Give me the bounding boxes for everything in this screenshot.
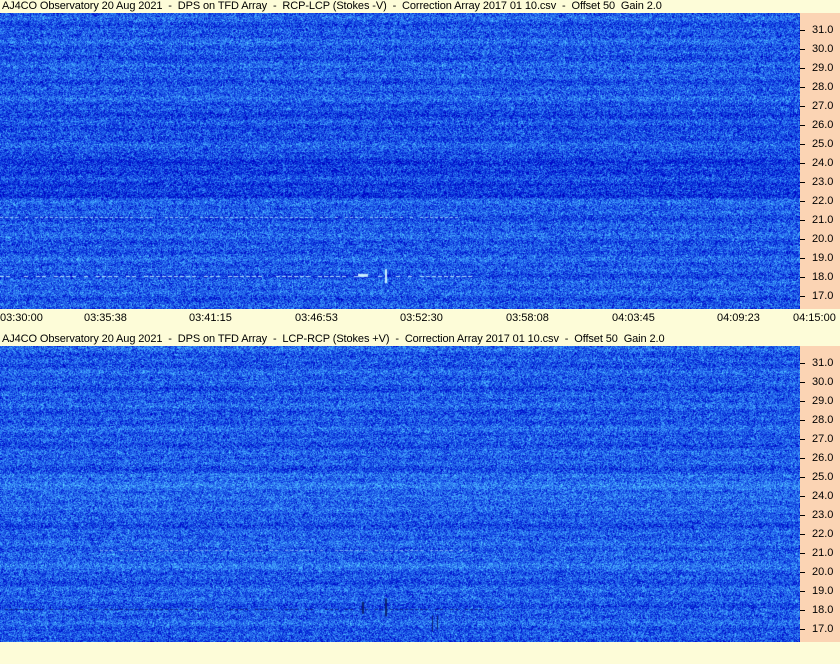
panel-2-title: AJ4CO Observatory 20 Aug 2021 - DPS on T… xyxy=(2,333,665,345)
panel-1-title: AJ4CO Observatory 20 Aug 2021 - DPS on T… xyxy=(2,0,662,12)
y-tick-label-0-1: 30.0 xyxy=(812,43,834,55)
spectrogram-1-canvas xyxy=(0,13,800,309)
y-tick-1-0 xyxy=(800,363,805,364)
y-tick-label-1-4: 27.0 xyxy=(812,433,834,445)
y-tick-1-2 xyxy=(800,401,805,402)
y-tick-0-13 xyxy=(800,277,805,278)
y-tick-1-12 xyxy=(800,591,805,592)
x-tick-label-0-7: 04:09:23 xyxy=(717,312,760,324)
x-axis-1: 03:30:00 03:35:38 03:41:15 03:46:53 03:52:30… xyxy=(0,309,840,331)
y-tick-0-10 xyxy=(800,220,805,221)
y-tick-label-1-6: 25.0 xyxy=(812,471,834,483)
y-tick-1-5 xyxy=(800,458,805,459)
y-tick-0-14 xyxy=(800,296,805,297)
y-tick-0-6 xyxy=(800,144,805,145)
y-tick-label-1-2: 29.0 xyxy=(812,395,834,407)
x-tick-label-0-0: 03:30:00 xyxy=(0,312,43,324)
y-tick-label-0-12: 19.0 xyxy=(812,252,834,264)
y-tick-label-0-7: 24.0 xyxy=(812,157,834,169)
y-tick-label-0-9: 22.0 xyxy=(812,195,834,207)
y-tick-0-0 xyxy=(800,30,805,31)
y-axis-2: 31.0 30.0 29.0 28.0 27.0 26.0 25.0 24.0 23.0 22.0… xyxy=(800,346,840,642)
y-tick-label-0-6: 25.0 xyxy=(812,138,834,150)
y-tick-1-7 xyxy=(800,496,805,497)
x-tick-label-0-2: 03:41:15 xyxy=(189,312,232,324)
y-tick-label-1-11: 20.0 xyxy=(812,566,834,578)
y-tick-1-11 xyxy=(800,572,805,573)
y-tick-0-4 xyxy=(800,106,805,107)
y-tick-label-1-9: 22.0 xyxy=(812,528,834,540)
y-tick-label-1-12: 19.0 xyxy=(812,585,834,597)
y-tick-1-4 xyxy=(800,439,805,440)
y-tick-label-0-4: 27.0 xyxy=(812,100,834,112)
y-tick-label-1-10: 21.0 xyxy=(812,547,834,559)
x-tick-label-0-8: 04:15:00 xyxy=(793,312,836,324)
y-tick-0-5 xyxy=(800,125,805,126)
y-tick-1-10 xyxy=(800,553,805,554)
y-tick-label-0-8: 23.0 xyxy=(812,176,834,188)
x-axis-2 xyxy=(0,642,840,664)
spectrogram-2-canvas xyxy=(0,346,800,642)
y-tick-0-11 xyxy=(800,239,805,240)
y-tick-label-0-2: 29.0 xyxy=(812,62,834,74)
y-tick-1-6 xyxy=(800,477,805,478)
x-tick-label-0-6: 04:03:45 xyxy=(612,312,655,324)
y-tick-0-1 xyxy=(800,49,805,50)
y-tick-label-0-14: 17.0 xyxy=(812,290,834,302)
y-tick-0-9 xyxy=(800,201,805,202)
y-tick-1-13 xyxy=(800,610,805,611)
y-axis-1: 31.0 30.0 29.0 28.0 27.0 26.0 25.0 24.0 23.0 22.0… xyxy=(800,13,840,309)
y-tick-1-14 xyxy=(800,629,805,630)
y-tick-0-8 xyxy=(800,182,805,183)
y-tick-label-1-14: 17.0 xyxy=(812,623,834,635)
y-tick-label-0-13: 18.0 xyxy=(812,271,834,283)
y-tick-label-1-8: 23.0 xyxy=(812,509,834,521)
y-tick-0-12 xyxy=(800,258,805,259)
y-tick-label-0-5: 26.0 xyxy=(812,119,834,131)
y-tick-0-2 xyxy=(800,68,805,69)
y-tick-0-7 xyxy=(800,163,805,164)
y-tick-label-1-13: 18.0 xyxy=(812,604,834,616)
y-tick-label-0-10: 21.0 xyxy=(812,214,834,226)
y-tick-label-1-3: 28.0 xyxy=(812,414,834,426)
y-tick-label-1-7: 24.0 xyxy=(812,490,834,502)
spectrogram-1 xyxy=(0,13,800,309)
x-tick-label-0-5: 03:58:08 xyxy=(506,312,549,324)
x-tick-label-0-4: 03:52:30 xyxy=(400,312,443,324)
y-tick-1-3 xyxy=(800,420,805,421)
y-tick-1-8 xyxy=(800,515,805,516)
y-tick-label-0-0: 31.0 xyxy=(812,24,834,36)
y-tick-0-3 xyxy=(800,87,805,88)
spectrogram-2 xyxy=(0,346,800,642)
y-tick-1-1 xyxy=(800,382,805,383)
y-tick-label-1-0: 31.0 xyxy=(812,357,834,369)
y-tick-label-0-3: 28.0 xyxy=(812,81,834,93)
x-tick-label-0-3: 03:46:53 xyxy=(295,312,338,324)
y-tick-label-0-11: 20.0 xyxy=(812,233,834,245)
x-tick-label-0-1: 03:35:38 xyxy=(84,312,127,324)
y-tick-1-9 xyxy=(800,534,805,535)
y-tick-label-1-5: 26.0 xyxy=(812,452,834,464)
y-tick-label-1-1: 30.0 xyxy=(812,376,834,388)
